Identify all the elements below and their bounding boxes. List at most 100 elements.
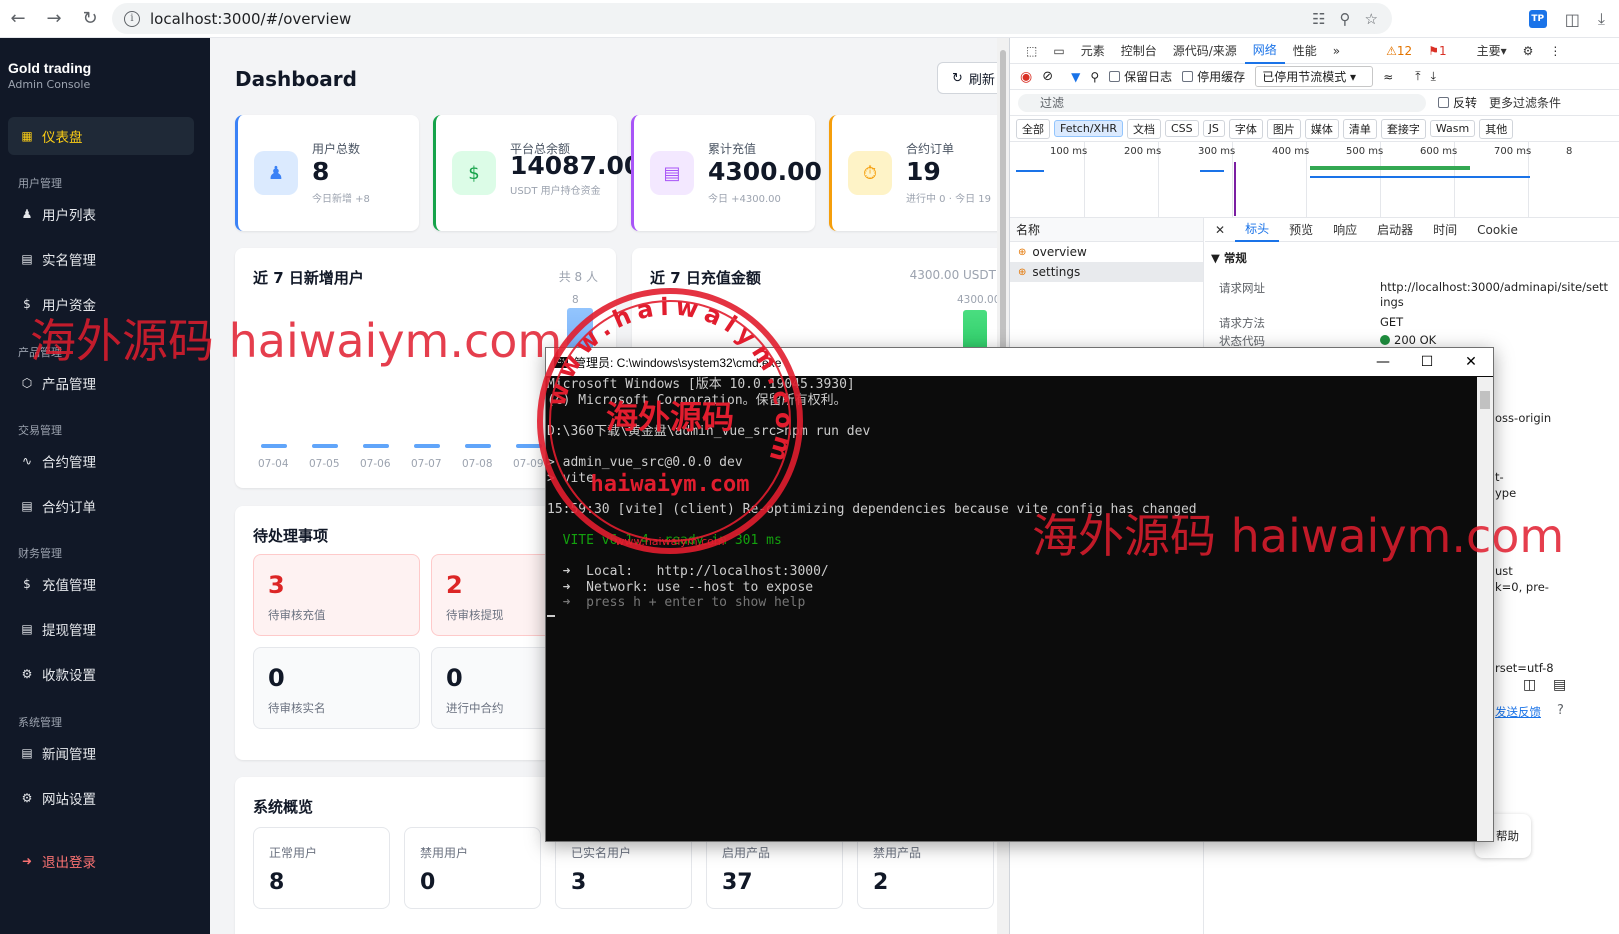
- header-fragment: k=0, pre-: [1495, 580, 1549, 594]
- page-scrollbar-thumb[interactable]: [1000, 50, 1006, 370]
- cmd-scrollbar-thumb[interactable]: [1480, 391, 1490, 409]
- filter-input[interactable]: 过滤: [1018, 93, 1426, 112]
- download-har-icon[interactable]: ⤓: [1431, 69, 1436, 84]
- devtools-tab-elements[interactable]: 元素: [1073, 38, 1113, 64]
- dock-bottom-icon[interactable]: ▤: [1553, 677, 1566, 693]
- zoom-icon[interactable]: ⚲: [1340, 10, 1351, 28]
- request-url-label: 请求网址: [1219, 281, 1265, 295]
- sidebar-item-contract-orders[interactable]: ▤ 合约订单: [8, 487, 194, 525]
- detail-tab-cookie[interactable]: Cookie: [1467, 218, 1528, 242]
- send-feedback-link[interactable]: 发送反馈: [1495, 704, 1541, 720]
- sidebar-item-user-list[interactable]: ♟ 用户列表: [8, 195, 194, 233]
- sidebar-item-kyc[interactable]: ▤ 实名管理: [8, 240, 194, 278]
- devtools-tab-sources[interactable]: 源代码/来源: [1165, 38, 1245, 64]
- detail-tab-headers[interactable]: 标头: [1235, 218, 1280, 242]
- stat-sub: USDT 用户持仓资金: [510, 186, 601, 197]
- type-filter-js[interactable]: JS: [1202, 120, 1225, 137]
- settings-gear-icon[interactable]: ⚙: [1515, 38, 1542, 64]
- extensions-puzzle-icon[interactable]: ◫: [1565, 10, 1580, 29]
- request-row-overview[interactable]: ⊕ overview: [1010, 242, 1203, 262]
- detail-tab-preview[interactable]: 预览: [1279, 218, 1323, 242]
- type-filter-wasm[interactable]: Wasm: [1429, 120, 1476, 137]
- type-filter-socket[interactable]: 套接字: [1380, 118, 1426, 139]
- type-filter-other[interactable]: 其他: [1479, 118, 1514, 139]
- type-filter-font[interactable]: 字体: [1228, 118, 1263, 139]
- type-filter-doc[interactable]: 文档: [1126, 118, 1161, 139]
- throttle-select[interactable]: 已停用节流模式 ▾: [1255, 66, 1374, 87]
- context-selector[interactable]: 主要 ▾: [1469, 38, 1515, 64]
- sidebar-item-contracts[interactable]: ∿ 合约管理: [8, 442, 194, 480]
- error-count[interactable]: ⚑ 1: [1420, 38, 1454, 64]
- clear-icon[interactable]: ⊘: [1042, 69, 1053, 84]
- type-filter-img[interactable]: 图片: [1266, 118, 1301, 139]
- inspect-icon[interactable]: ⬚: [1018, 38, 1045, 64]
- extension-tp-icon[interactable]: TP: [1528, 10, 1547, 28]
- stat-card-orders: ⏱ 合约订单 19 进行中 0 · 今日 19: [829, 115, 997, 231]
- minimize-button[interactable]: —: [1361, 348, 1405, 376]
- site-info-icon[interactable]: i: [124, 10, 140, 27]
- record-stop-icon[interactable]: ◉: [1020, 69, 1032, 85]
- forward-icon[interactable]: →: [36, 0, 72, 38]
- invert-checkbox[interactable]: 反转: [1438, 94, 1477, 111]
- maximize-button[interactable]: ☐: [1405, 348, 1449, 376]
- todo-title: 待处理事项: [253, 527, 329, 545]
- type-filter-media[interactable]: 媒体: [1304, 118, 1339, 139]
- logout-button[interactable]: ➜ 退出登录: [8, 842, 194, 880]
- address-bar[interactable]: i localhost:3000/#/overview ☷ ⚲ ☆: [112, 3, 1392, 34]
- upload-icon[interactable]: ⤒: [1415, 69, 1420, 84]
- close-button[interactable]: ✕: [1449, 348, 1493, 376]
- reload-icon[interactable]: ↻: [72, 0, 108, 38]
- sidebar-item-site-settings[interactable]: ⚙ 网站设置: [8, 779, 194, 817]
- type-filter-all[interactable]: 全部: [1016, 118, 1050, 139]
- wifi-icon[interactable]: ≈: [1383, 70, 1393, 84]
- sidebar-item-label: 收款设置: [42, 668, 96, 684]
- network-timeline[interactable]: 100 ms 200 ms 300 ms 400 ms 500 ms 600 m…: [1010, 142, 1619, 218]
- timeline-bar: [1310, 176, 1530, 178]
- bookmark-star-icon[interactable]: ☆: [1365, 10, 1378, 28]
- overview-card-active-users: 正常用户 8: [253, 827, 390, 909]
- detail-tab-timing[interactable]: 时间: [1423, 218, 1467, 242]
- search-icon[interactable]: ⚲: [1090, 70, 1099, 84]
- type-filter-css[interactable]: CSS: [1164, 120, 1199, 137]
- close-detail-icon[interactable]: ✕: [1205, 218, 1235, 242]
- sidebar-item-payment-settings[interactable]: ⚙ 收款设置: [8, 655, 194, 693]
- devtools-tab-console[interactable]: 控制台: [1113, 38, 1165, 64]
- download-icon[interactable]: ⤓: [1598, 9, 1605, 29]
- back-icon[interactable]: ←: [0, 0, 36, 38]
- detail-tab-initiator[interactable]: 启动器: [1367, 218, 1423, 242]
- console-line: ➜ Local: http://localhost:3000/: [547, 564, 829, 580]
- device-toggle-icon[interactable]: ▭: [1045, 38, 1072, 64]
- todo-card-deposit-review[interactable]: 3 待审核充值: [253, 554, 420, 636]
- todo-card-kyc-review[interactable]: 0 待审核实名: [253, 647, 420, 729]
- sidebar-item-user-funds[interactable]: $ 用户资金: [8, 285, 194, 323]
- general-section-toggle[interactable]: ▼ 常规: [1211, 250, 1247, 266]
- type-filter-fetch-xhr[interactable]: Fetch/XHR: [1054, 120, 1123, 137]
- devtools-tab-performance[interactable]: 性能: [1285, 38, 1325, 64]
- dock-side-icon[interactable]: ◫: [1523, 677, 1536, 693]
- request-row-settings[interactable]: ⊕ settings: [1010, 262, 1203, 282]
- devtools-more-tabs[interactable]: »: [1325, 38, 1348, 64]
- cmd-scrollbar[interactable]: [1477, 377, 1493, 841]
- warning-count[interactable]: ⚠ 12: [1378, 38, 1420, 64]
- preserve-log-checkbox[interactable]: 保留日志: [1109, 68, 1172, 85]
- more-filters-button[interactable]: 更多过滤条件: [1489, 94, 1561, 111]
- translate-icon[interactable]: ☷: [1312, 10, 1325, 28]
- cmd-titlebar[interactable]: C:\ 管理员: C:\windows\system32\cmd.exe: [546, 348, 1493, 376]
- help-icon[interactable]: ?: [1557, 703, 1564, 718]
- disable-cache-checkbox[interactable]: 停用缓存: [1182, 68, 1245, 85]
- detail-tab-response[interactable]: 响应: [1323, 218, 1367, 242]
- type-filter-manifest[interactable]: 清单: [1342, 118, 1377, 139]
- sidebar-item-deposits[interactable]: $ 充值管理: [8, 565, 194, 603]
- sidebar-item-withdrawals[interactable]: ▤ 提现管理: [8, 610, 194, 648]
- sidebar-item-news[interactable]: ▤ 新闻管理: [8, 734, 194, 772]
- refresh-button[interactable]: ↻ 刷新: [937, 62, 997, 94]
- devtools-tab-network[interactable]: 网络: [1244, 38, 1285, 64]
- timeline-tick: 500 ms: [1346, 146, 1384, 157]
- sidebar-item-dashboard[interactable]: ▦ 仪表盘: [8, 117, 194, 155]
- cmd-console-output[interactable]: Microsoft Windows [版本 10.0.19045.3930] (…: [547, 377, 1475, 841]
- sidebar-item-products[interactable]: ⬡ 产品管理: [8, 364, 194, 402]
- checkbox-label: 保留日志: [1124, 70, 1173, 84]
- request-list-header[interactable]: 名称: [1010, 218, 1203, 242]
- filter-icon[interactable]: ▼: [1071, 70, 1080, 84]
- more-menu-icon[interactable]: ⋮: [1541, 38, 1569, 64]
